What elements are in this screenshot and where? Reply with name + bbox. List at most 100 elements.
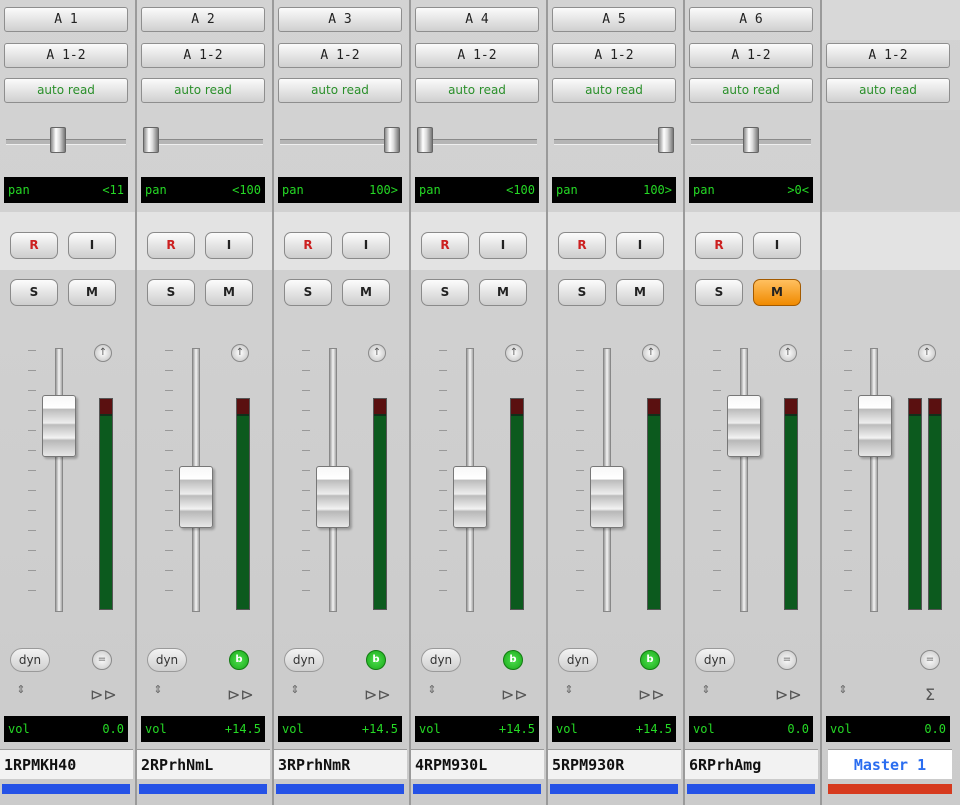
track-name[interactable]: 4RPM930L [411, 749, 544, 779]
meter-clip-indicator [511, 399, 523, 414]
bus-selector[interactable]: A 1-2 [826, 43, 950, 68]
updown-arrows-icon[interactable]: ⇕ [836, 684, 850, 706]
bus-selector[interactable]: A 1-2 [689, 43, 813, 68]
output-window-icon[interactable]: ⊳⊳ [638, 684, 665, 706]
record-enable-button[interactable]: R [558, 232, 606, 259]
input-monitor-button[interactable]: I [205, 232, 253, 259]
dynamic-voice-button[interactable]: dyn [147, 648, 187, 672]
track-name[interactable]: 2RPrhNmL [137, 749, 270, 779]
automation-safe-icon[interactable]: ↑ [918, 344, 936, 362]
record-enable-button[interactable]: R [421, 232, 469, 259]
automation-mode-button[interactable]: auto read [826, 78, 950, 103]
pan-slider-knob[interactable] [658, 127, 674, 153]
track-name[interactable]: 6RPrhAmg [685, 749, 818, 779]
automation-mode-button[interactable]: auto read [415, 78, 539, 103]
record-enable-button[interactable]: R [284, 232, 332, 259]
updown-arrows-icon[interactable]: ⇕ [151, 684, 165, 706]
automation-safe-icon[interactable]: ↑ [231, 344, 249, 362]
plugin-insert-icon[interactable]: = [92, 650, 112, 670]
volume-fader-cap[interactable] [316, 465, 350, 528]
automation-safe-icon[interactable]: ↑ [368, 344, 386, 362]
track-name[interactable]: Master 1 [828, 749, 952, 779]
output-window-icon[interactable]: ⊳⊳ [90, 684, 117, 706]
output-selector[interactable]: A 6 [689, 7, 813, 32]
mute-button[interactable]: M [342, 279, 390, 306]
output-selector[interactable]: A 2 [141, 7, 265, 32]
automation-safe-icon[interactable]: ↑ [779, 344, 797, 362]
updown-arrows-icon[interactable]: ⇕ [288, 684, 302, 706]
bus-selector[interactable]: A 1-2 [552, 43, 676, 68]
bus-selector[interactable]: A 1-2 [4, 43, 128, 68]
automation-safe-icon[interactable]: ↑ [94, 344, 112, 362]
output-selector[interactable]: A 5 [552, 7, 676, 32]
bus-selector[interactable]: A 1-2 [415, 43, 539, 68]
mute-button[interactable]: M [753, 279, 801, 306]
plugin-insert-icon[interactable]: = [920, 650, 940, 670]
automation-mode-button[interactable]: auto read [552, 78, 676, 103]
track-name[interactable]: 5RPM930R [548, 749, 681, 779]
output-selector[interactable]: A 3 [278, 7, 402, 32]
volume-fader-cap[interactable] [858, 395, 892, 458]
automation-mode-button[interactable]: auto read [689, 78, 813, 103]
solo-button[interactable]: S [421, 279, 469, 306]
mute-button[interactable]: M [68, 279, 116, 306]
input-monitor-button[interactable]: I [479, 232, 527, 259]
output-selector[interactable]: A 1 [4, 7, 128, 32]
mute-button[interactable]: M [205, 279, 253, 306]
plugin-insert-icon[interactable]: = [777, 650, 797, 670]
pan-display: pan <11 [4, 177, 128, 203]
dynamic-voice-button[interactable]: dyn [421, 648, 461, 672]
automation-mode-button[interactable]: auto read [278, 78, 402, 103]
volume-fader-cap[interactable] [727, 395, 761, 458]
record-enable-button[interactable]: R [695, 232, 743, 259]
bus-selector[interactable]: A 1-2 [278, 43, 402, 68]
dynamic-voice-button[interactable]: dyn [284, 648, 324, 672]
input-monitor-button[interactable]: I [342, 232, 390, 259]
solo-button[interactable]: S [695, 279, 743, 306]
pan-slider-knob[interactable] [417, 127, 433, 153]
output-window-icon[interactable]: ⊳⊳ [501, 684, 528, 706]
volume-fader-cap[interactable] [590, 465, 624, 528]
plugin-insert-icon[interactable]: b [640, 650, 660, 670]
pan-slider-knob[interactable] [143, 127, 159, 153]
volume-fader-cap[interactable] [42, 395, 76, 458]
plugin-insert-icon[interactable]: b [503, 650, 523, 670]
plugin-insert-icon[interactable]: b [229, 650, 249, 670]
track-name[interactable]: 3RPrhNmR [274, 749, 407, 779]
dynamic-voice-button[interactable]: dyn [558, 648, 598, 672]
updown-arrows-icon[interactable]: ⇕ [425, 684, 439, 706]
automation-mode-button[interactable]: auto read [141, 78, 265, 103]
solo-button[interactable]: S [10, 279, 58, 306]
bus-selector[interactable]: A 1-2 [141, 43, 265, 68]
updown-arrows-icon[interactable]: ⇕ [699, 684, 713, 706]
pan-slider-knob[interactable] [743, 127, 759, 153]
automation-mode-button[interactable]: auto read [4, 78, 128, 103]
mute-button[interactable]: M [616, 279, 664, 306]
input-monitor-button[interactable]: I [616, 232, 664, 259]
solo-button[interactable]: S [147, 279, 195, 306]
pan-slider-knob[interactable] [384, 127, 400, 153]
solo-button[interactable]: S [558, 279, 606, 306]
channel-strip: A 2 A 1-2 auto read pan <100 R I S M ↑ dyn b ⇕ ⊳⊳ vol +… [137, 0, 274, 805]
input-monitor-button[interactable]: I [753, 232, 801, 259]
output-window-icon[interactable]: ⊳⊳ [364, 684, 391, 706]
dynamic-voice-button[interactable]: dyn [695, 648, 735, 672]
output-selector[interactable]: A 4 [415, 7, 539, 32]
plugin-insert-icon[interactable]: b [366, 650, 386, 670]
output-window-icon[interactable]: ⊳⊳ [775, 684, 802, 706]
volume-fader-cap[interactable] [179, 465, 213, 528]
automation-safe-icon[interactable]: ↑ [642, 344, 660, 362]
mute-button[interactable]: M [479, 279, 527, 306]
dynamic-voice-button[interactable]: dyn [10, 648, 50, 672]
track-name[interactable]: 1RPMKH40 [0, 749, 133, 779]
pan-slider-knob[interactable] [49, 127, 66, 153]
automation-safe-icon[interactable]: ↑ [505, 344, 523, 362]
solo-button[interactable]: S [284, 279, 332, 306]
updown-arrows-icon[interactable]: ⇕ [14, 684, 28, 706]
output-window-icon[interactable]: ⊳⊳ [227, 684, 254, 706]
volume-fader-cap[interactable] [453, 465, 487, 528]
record-enable-button[interactable]: R [10, 232, 58, 259]
updown-arrows-icon[interactable]: ⇕ [562, 684, 576, 706]
record-enable-button[interactable]: R [147, 232, 195, 259]
input-monitor-button[interactable]: I [68, 232, 116, 259]
